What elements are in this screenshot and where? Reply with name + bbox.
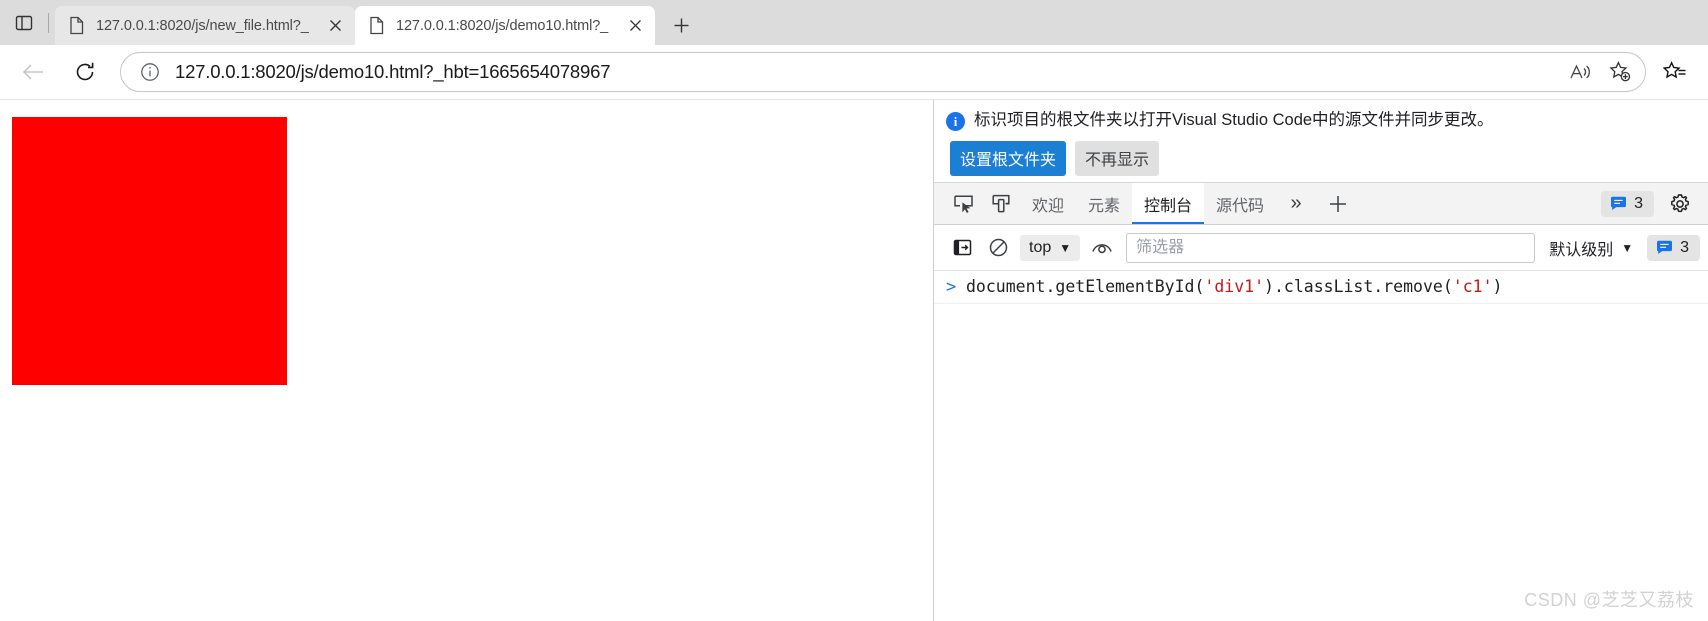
devtools-tab-console-label: 控制台 [1144,197,1193,215]
console-sidebar-icon[interactable] [944,233,980,263]
info-icon: i [946,112,965,131]
info-icon[interactable] [137,59,163,85]
console-message-badge[interactable]: 3 [1647,234,1700,261]
dont-show-again-button[interactable]: 不再显示 [1075,141,1160,176]
devtools-panel: i 标识项目的根文件夹以打开Visual Studio Code中的源文件并同步… [934,100,1708,621]
browser-window: 127.0.0.1:8020/js/new_file.html?_ 127.0.… [0,0,1708,621]
tab-strip: 127.0.0.1:8020/js/new_file.html?_ 127.0.… [0,0,1708,45]
devtools-tab-welcome-label: 欢迎 [1032,197,1065,215]
address-bar-url[interactable]: 127.0.0.1:8020/js/demo10.html?_hbt=16656… [175,61,1557,83]
message-bubble-icon [1610,196,1627,211]
reload-icon[interactable] [66,53,104,91]
console-context-selector[interactable]: top ▼ [1020,234,1081,261]
page-icon [68,16,85,35]
devtools-tab-elements-label: 元素 [1088,197,1121,215]
browser-tab-1-title: 127.0.0.1:8020/js/new_file.html?_ [96,17,309,34]
devtools-tab-console[interactable]: 控制台 [1132,183,1205,224]
chevron-down-icon: ▼ [1059,240,1072,255]
red-square-div1[interactable] [12,117,287,385]
devtools-tab-bar: 欢迎 元素 控制台 源代码 » 3 [934,183,1708,225]
devtools-message-count: 3 [1634,194,1643,212]
browser-tab-2[interactable]: 127.0.0.1:8020/js/demo10.html?_ [355,6,655,45]
collections-star-icon[interactable] [1656,53,1694,91]
inspect-element-icon[interactable] [944,183,982,224]
address-bar[interactable]: 127.0.0.1:8020/js/demo10.html?_hbt=16656… [120,52,1646,92]
page-icon [368,16,385,35]
device-toolbar-icon[interactable] [982,183,1020,224]
browser-tab-2-title: 127.0.0.1:8020/js/demo10.html?_ [396,17,609,34]
console-message-count: 3 [1680,238,1689,256]
devtools-tab-elements[interactable]: 元素 [1076,183,1132,224]
web-page-viewport[interactable] [0,100,934,621]
console-context-value: top [1029,238,1052,256]
eye-icon[interactable] [1084,233,1120,263]
console-toolbar: top ▼ 默认级别 ▼ [934,225,1708,271]
console-input-row[interactable]: > document.getElementById('div1').classLi… [934,271,1708,305]
add-panel-icon[interactable] [1316,183,1360,224]
notification-text: 标识项目的根文件夹以打开Visual Studio Code中的源文件并同步更改… [974,111,1494,129]
chevron-down-icon: ▼ [1621,240,1634,255]
clear-console-icon[interactable] [980,233,1016,263]
message-bubble-icon [1656,240,1673,255]
tab-actions-icon[interactable] [6,4,42,42]
csdn-watermark: CSDN @芝芝又荔枝 [1524,590,1694,610]
devtools-tabbar-right: 3 [1601,183,1708,224]
set-root-folder-button[interactable]: 设置根文件夹 [950,141,1067,176]
console-filter-input[interactable] [1126,232,1536,263]
devtools-message-badge[interactable]: 3 [1601,190,1654,217]
toolbar-right-actions [1656,53,1694,91]
devtools-tab-sources[interactable]: 源代码 [1204,183,1276,224]
more-tabs-icon[interactable]: » [1276,183,1316,224]
read-aloud-icon[interactable] [1563,55,1597,89]
gear-icon[interactable] [1660,193,1700,215]
devtools-notification-bar: i 标识项目的根文件夹以打开Visual Studio Code中的源文件并同步… [934,100,1708,183]
content-area: i 标识项目的根文件夹以打开Visual Studio Code中的源文件并同步… [0,100,1708,621]
close-icon[interactable] [621,12,649,40]
console-prompt-icon: > [946,277,957,297]
navigation-toolbar: 127.0.0.1:8020/js/demo10.html?_hbt=16656… [0,45,1708,100]
console-output[interactable]: > document.getElementById('div1').classLi… [934,271,1708,621]
close-icon[interactable] [321,12,349,40]
tab-divider [48,13,49,33]
add-favorite-star-icon[interactable] [1603,55,1637,89]
console-level-value: 默认级别 [1549,241,1614,259]
back-arrow-icon[interactable] [14,53,52,91]
browser-tab-1[interactable]: 127.0.0.1:8020/js/new_file.html?_ [55,6,355,45]
console-level-selector[interactable]: 默认级别 ▼ [1541,236,1641,260]
devtools-tab-sources-label: 源代码 [1216,197,1265,215]
devtools-tab-welcome[interactable]: 欢迎 [1020,183,1076,224]
console-expression: document.getElementById('div1').classLis… [966,277,1503,296]
new-tab-button[interactable] [665,9,697,41]
